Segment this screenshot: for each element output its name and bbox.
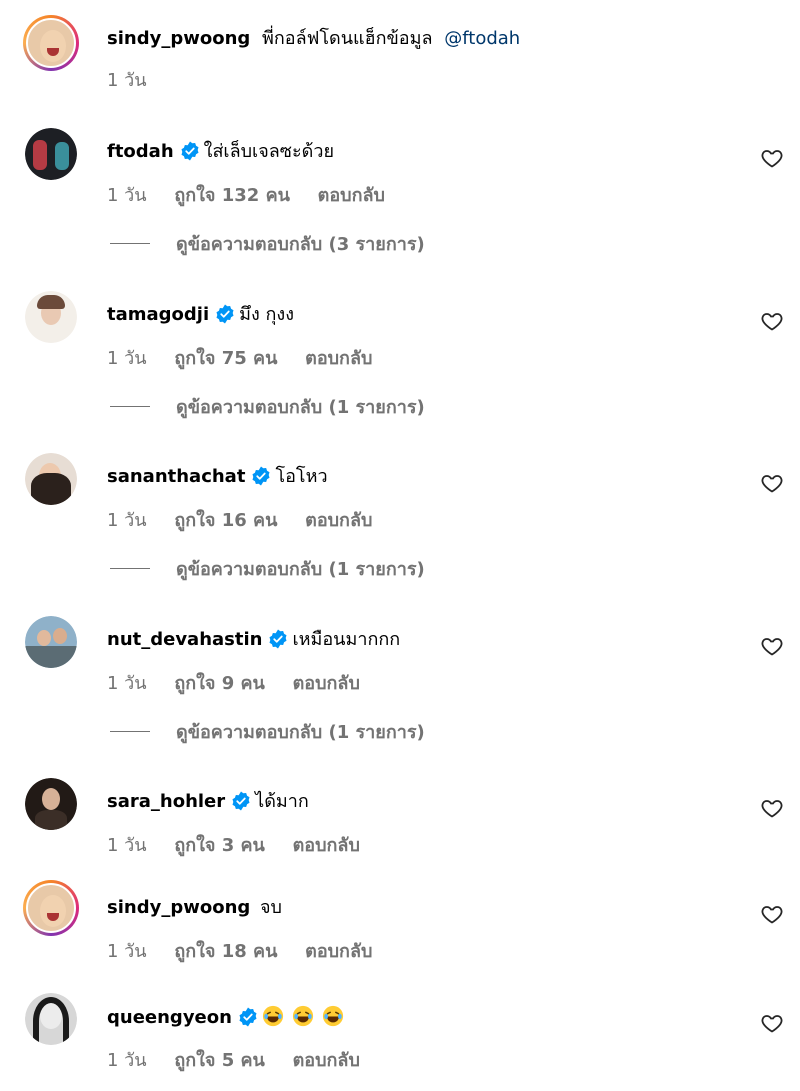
view-replies-button[interactable]: ดูข้อความตอบกลับ (1 รายการ) — [110, 392, 710, 421]
avatar[interactable] — [25, 616, 77, 668]
comment-time[interactable]: 1 วัน — [107, 1050, 147, 1071]
reply-button[interactable]: ตอบกลับ — [293, 673, 360, 694]
avatar[interactable] — [25, 128, 77, 180]
comment-time[interactable]: 1 วัน — [107, 70, 147, 91]
comment-text: ได้มาก — [255, 791, 309, 812]
username[interactable]: sananthachat — [107, 466, 245, 487]
heart-icon[interactable] — [760, 796, 784, 820]
laughing-emoji-icon — [292, 1005, 314, 1027]
verified-badge-icon — [252, 466, 270, 486]
verified-badge-icon — [181, 141, 199, 161]
verified-badge-icon — [239, 1007, 257, 1027]
reply-button[interactable]: ตอบกลับ — [305, 348, 372, 369]
username[interactable]: tamagodji — [107, 304, 209, 325]
avatar[interactable] — [25, 291, 77, 343]
reply-button[interactable]: ตอบกลับ — [305, 941, 372, 962]
comment-text: พี่กอล์ฟโดนแฮ็กข้อมูล — [262, 28, 433, 49]
likes-count[interactable]: ถูกใจ 9 คน — [174, 673, 265, 694]
heart-icon[interactable] — [760, 1011, 784, 1035]
heart-icon[interactable] — [760, 309, 784, 333]
heart-icon[interactable] — [760, 634, 784, 658]
username[interactable]: sindy_pwoong — [107, 28, 250, 49]
comment-text: จบ — [260, 897, 282, 918]
avatar[interactable] — [25, 453, 77, 505]
comment-time[interactable]: 1 วัน — [107, 510, 147, 531]
avatar[interactable] — [25, 993, 77, 1045]
reply-button[interactable]: ตอบกลับ — [305, 510, 372, 531]
comment-text: เหมือนมากกก — [292, 629, 401, 650]
reply-button[interactable]: ตอบกลับ — [293, 1050, 360, 1071]
likes-count[interactable]: ถูกใจ 132 คน — [174, 185, 290, 206]
comment-text: มึง กุงง — [239, 304, 294, 325]
view-replies-button[interactable]: ดูข้อความตอบกลับ (1 รายการ) — [110, 554, 710, 583]
view-replies-label: ดูข้อความตอบกลับ (1 รายการ) — [176, 559, 425, 580]
username[interactable]: queengyeon — [107, 1007, 232, 1028]
view-replies-label: ดูข้อความตอบกลับ (1 รายการ) — [176, 397, 425, 418]
comment-time[interactable]: 1 วัน — [107, 835, 147, 856]
likes-count[interactable]: ถูกใจ 16 คน — [174, 510, 277, 531]
username[interactable]: nut_devahastin — [107, 629, 262, 650]
heart-icon[interactable] — [760, 902, 784, 926]
likes-count[interactable]: ถูกใจ 3 คน — [174, 835, 265, 856]
comment-time[interactable]: 1 วัน — [107, 348, 147, 369]
heart-icon[interactable] — [760, 471, 784, 495]
verified-badge-icon — [269, 629, 287, 649]
comment-time[interactable]: 1 วัน — [107, 941, 147, 962]
comment-text: โอโหว — [275, 466, 328, 487]
verified-badge-icon — [232, 791, 250, 811]
likes-count[interactable]: ถูกใจ 5 คน — [174, 1050, 265, 1071]
likes-count[interactable]: ถูกใจ 18 คน — [174, 941, 277, 962]
reply-divider — [110, 731, 150, 732]
username[interactable]: ftodah — [107, 141, 174, 162]
username[interactable]: sara_hohler — [107, 791, 225, 812]
avatar[interactable] — [23, 15, 79, 71]
avatar[interactable] — [25, 778, 77, 830]
avatar[interactable] — [23, 880, 79, 936]
view-replies-button[interactable]: ดูข้อความตอบกลับ (3 รายการ) — [110, 229, 710, 258]
laughing-emoji-icon — [262, 1005, 284, 1027]
comment-text: ใส่เล็บเจลซะด้วย — [203, 141, 334, 162]
verified-badge-icon — [216, 304, 234, 324]
username[interactable]: sindy_pwoong — [107, 897, 250, 918]
reply-button[interactable]: ตอบกลับ — [293, 835, 360, 856]
reply-divider — [110, 568, 150, 569]
comment-time[interactable]: 1 วัน — [107, 185, 147, 206]
likes-count[interactable]: ถูกใจ 75 คน — [174, 348, 277, 369]
view-replies-label: ดูข้อความตอบกลับ (3 รายการ) — [176, 234, 425, 255]
mention-link[interactable]: @ftodah — [444, 28, 520, 49]
comment-time[interactable]: 1 วัน — [107, 673, 147, 694]
reply-button[interactable]: ตอบกลับ — [318, 185, 385, 206]
reply-divider — [110, 406, 150, 407]
view-replies-label: ดูข้อความตอบกลับ (1 รายการ) — [176, 722, 425, 743]
reply-divider — [110, 243, 150, 244]
laughing-emoji-icon — [322, 1005, 344, 1027]
heart-icon[interactable] — [760, 146, 784, 170]
view-replies-button[interactable]: ดูข้อความตอบกลับ (1 รายการ) — [110, 717, 710, 746]
